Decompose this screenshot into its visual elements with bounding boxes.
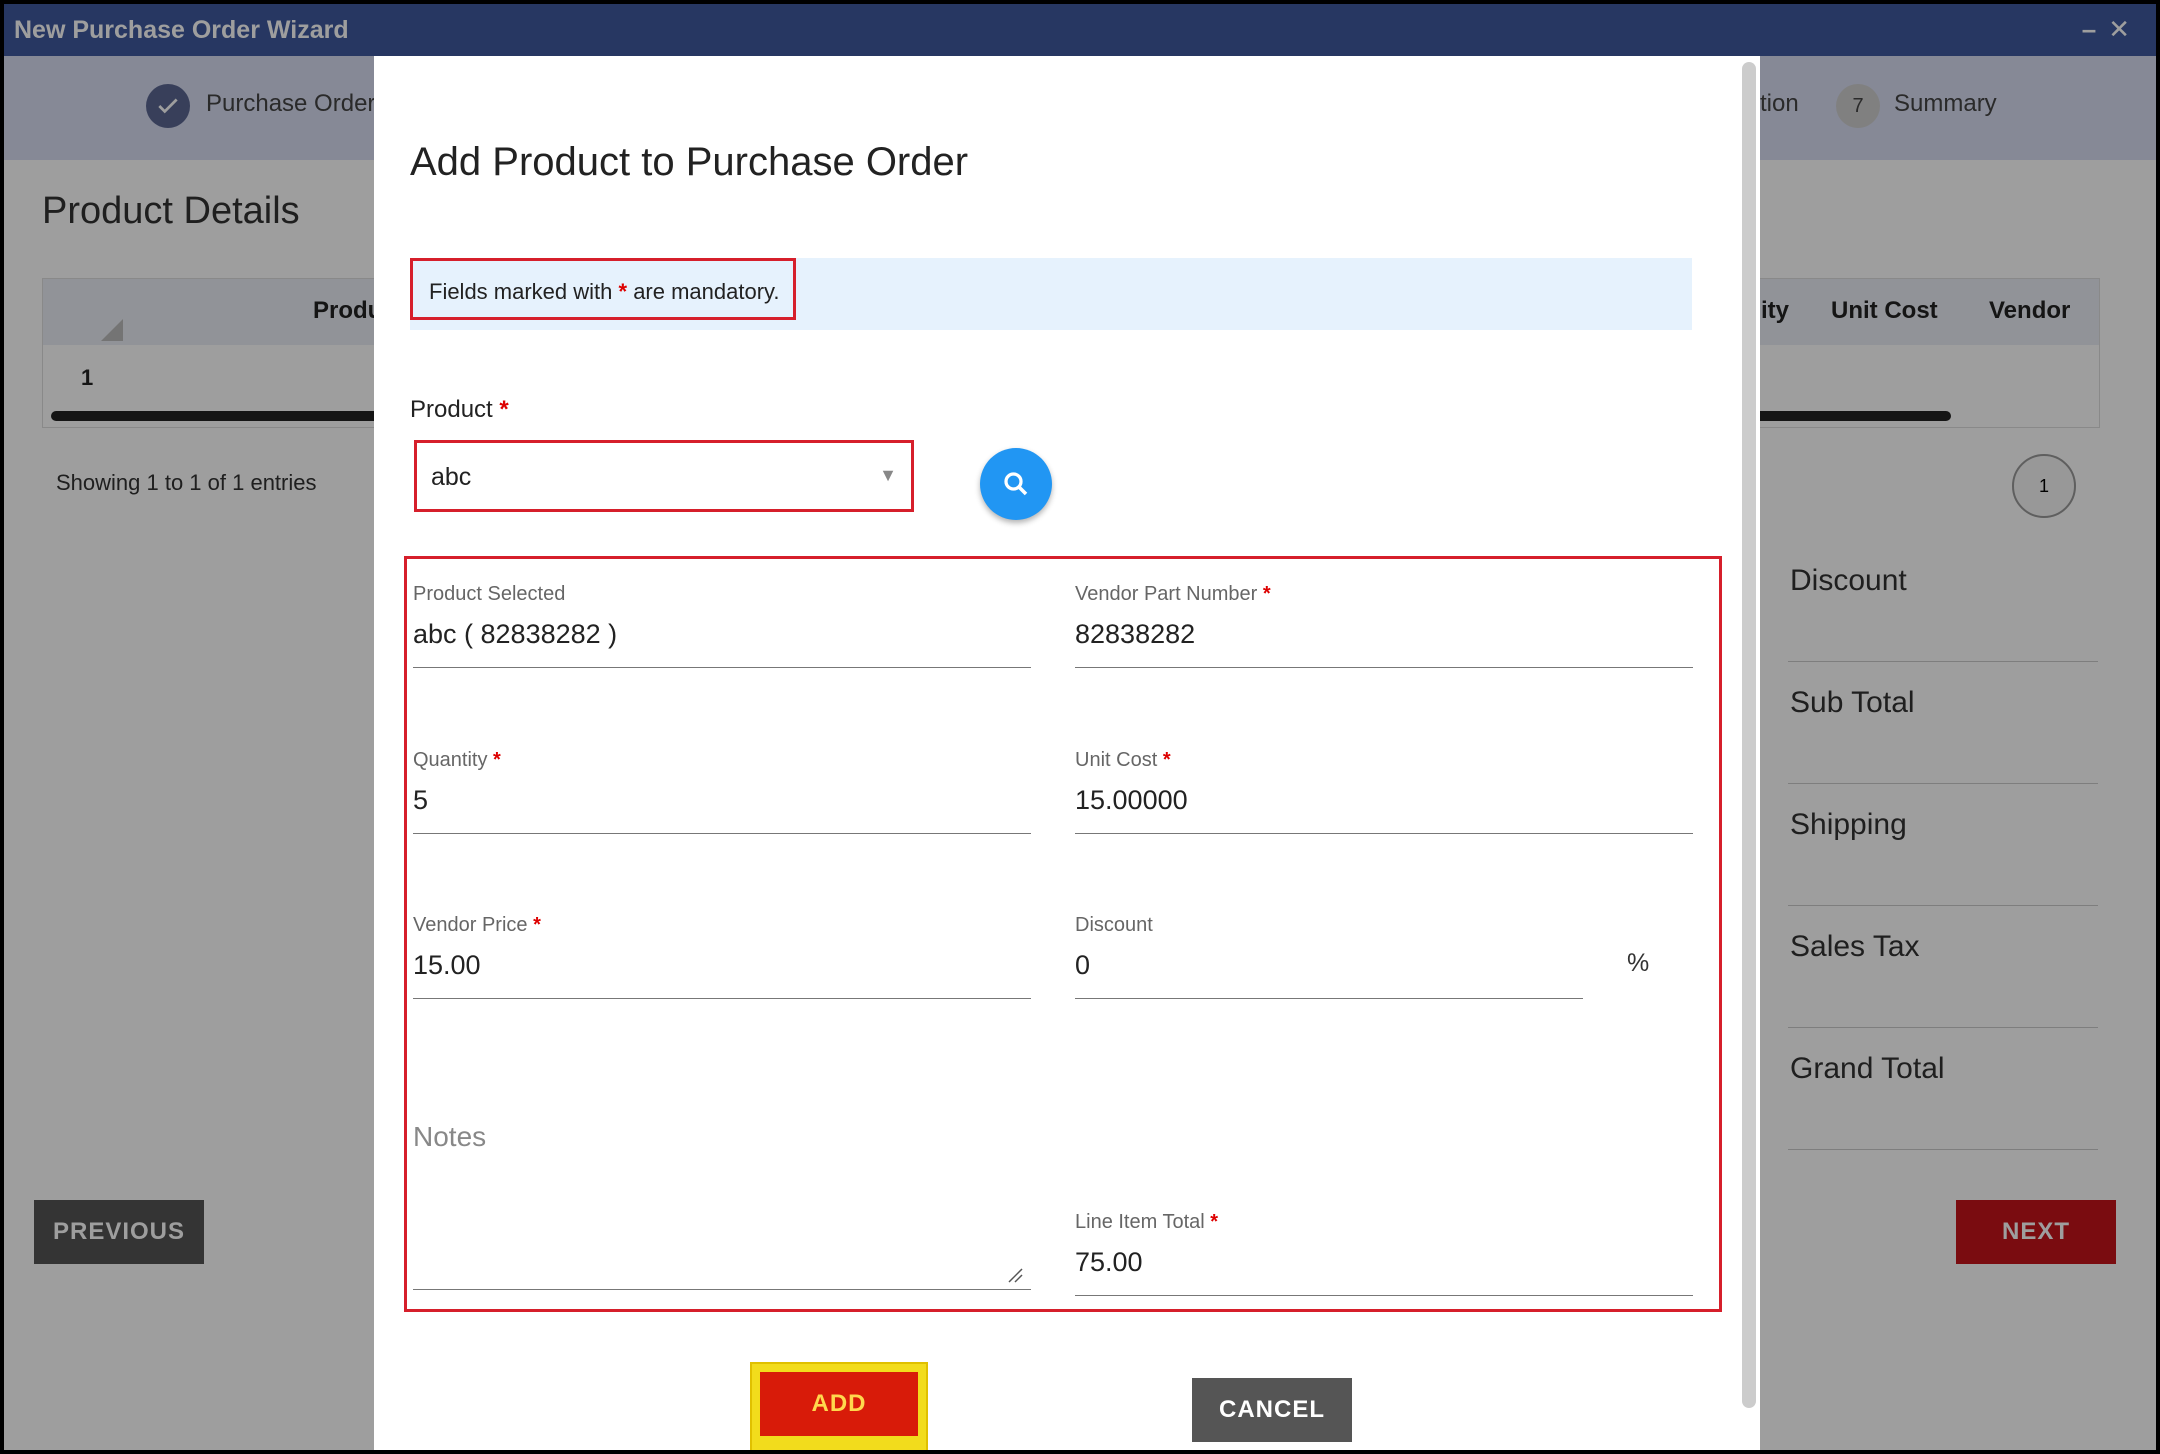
cancel-button[interactable]: CANCEL (1192, 1378, 1352, 1442)
dropdown-arrow-icon[interactable]: ▼ (879, 465, 897, 486)
line-item-total-field[interactable]: Line Item Total * 75.00 (1075, 1211, 1693, 1296)
vendor-part-number-label: Vendor Part Number * (1075, 583, 1271, 605)
vendor-price-field[interactable]: Vendor Price * 15.00 (413, 914, 1031, 999)
product-selected-value: abc ( 82838282 ) (413, 619, 618, 649)
unit-cost-value: 15.00000 (1075, 785, 1188, 815)
vendor-part-number-value: 82838282 (1075, 619, 1196, 649)
discount-field[interactable]: Discount 0 (1075, 914, 1583, 999)
dialog-title: Add Product to Purchase Order (410, 140, 969, 184)
percent-unit: % (1627, 949, 1650, 977)
notes-label: Notes (413, 1121, 487, 1152)
add-button[interactable]: ADD (760, 1372, 918, 1436)
product-label: Product * (410, 396, 509, 423)
discount-label: Discount (1075, 914, 1153, 936)
quantity-field[interactable]: Quantity * 5 (413, 749, 1031, 834)
unit-cost-label: Unit Cost * (1075, 749, 1171, 771)
discount-value: 0 (1075, 950, 1091, 980)
product-select[interactable]: abc ▼ (414, 440, 914, 512)
notes-textarea[interactable] (413, 1289, 1031, 1290)
add-button-highlight: ADD (750, 1362, 928, 1450)
mandatory-text: Fields marked with * are mandatory. (410, 258, 796, 320)
product-select-value: abc (431, 463, 472, 491)
search-product-button[interactable] (980, 448, 1052, 520)
vendor-price-label: Vendor Price * (413, 914, 541, 936)
unit-cost-field[interactable]: Unit Cost * 15.00000 (1075, 749, 1693, 834)
dialog-scrollbar[interactable] (1742, 62, 1756, 1408)
resize-handle-icon[interactable] (1007, 1267, 1023, 1283)
wizard-window: New Purchase Order Wizard –✕ Purchase Or… (4, 4, 2156, 1450)
product-selected-label: Product Selected (413, 583, 566, 605)
add-product-dialog: Add Product to Purchase Order Fields mar… (374, 56, 1760, 1450)
product-selected-field[interactable]: Product Selected abc ( 82838282 ) (413, 583, 1031, 668)
vendor-part-number-field[interactable]: Vendor Part Number * 82838282 (1075, 583, 1693, 668)
mandatory-notice: Fields marked with * are mandatory. (410, 258, 1692, 330)
quantity-value: 5 (413, 785, 429, 815)
search-icon (1004, 472, 1028, 496)
quantity-label: Quantity * (413, 749, 501, 771)
vendor-price-value: 15.00 (413, 950, 481, 980)
product-fields-group: Product Selected abc ( 82838282 ) Vendor… (404, 556, 1722, 1312)
line-item-total-label: Line Item Total * (1075, 1211, 1219, 1233)
line-item-total-value: 75.00 (1075, 1247, 1143, 1277)
